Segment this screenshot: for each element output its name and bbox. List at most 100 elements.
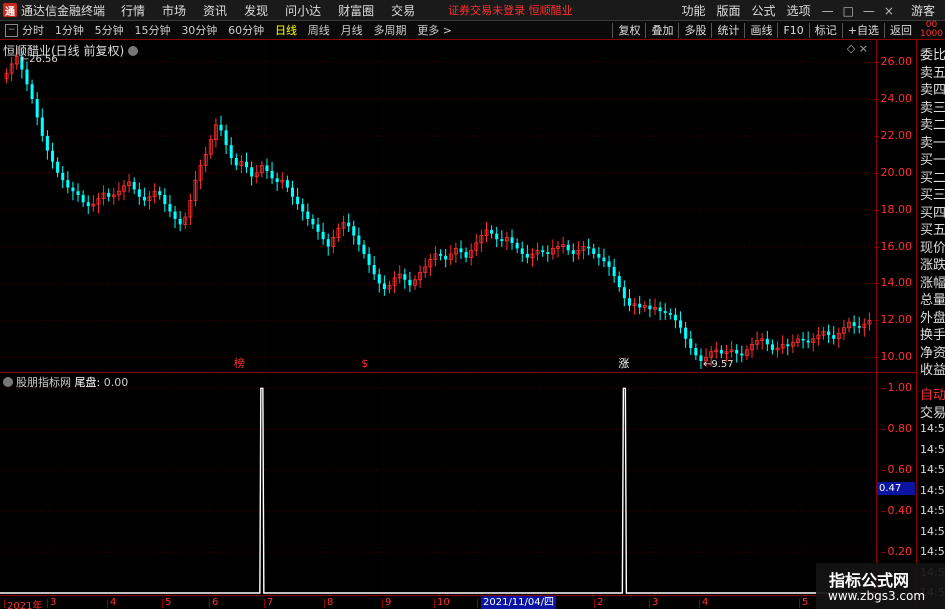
- guest-login[interactable]: 游客: [911, 2, 935, 19]
- candle: [372, 255, 376, 280]
- candle: [867, 312, 872, 331]
- maximize-icon[interactable]: □: [843, 4, 854, 18]
- candle: [770, 339, 774, 355]
- tool-f10[interactable]: F10: [777, 23, 808, 38]
- menu-gongneng[interactable]: 功能: [682, 2, 706, 19]
- candle: [285, 175, 289, 193]
- main-chart[interactable]: ←26.56 ←9.57 榜 $ 涨 恒顺醋业(日线 前复权) ◇ ×: [0, 40, 876, 372]
- event-marker[interactable]: $: [361, 357, 368, 370]
- candle: [678, 311, 683, 334]
- tool-tongji[interactable]: 统计: [711, 23, 744, 38]
- signal-line: [0, 387, 876, 594]
- quote-field-label: 净资: [920, 345, 945, 361]
- menu-shichang[interactable]: 市场: [162, 2, 186, 19]
- candle: [479, 229, 484, 252]
- candle: [290, 180, 295, 205]
- candle: [607, 255, 611, 276]
- tool-fanhui[interactable]: 返回: [884, 23, 917, 38]
- candle: [786, 338, 790, 356]
- candle: [668, 308, 672, 320]
- close-icon[interactable]: ×: [859, 42, 868, 55]
- tool-huaxian[interactable]: 画线: [744, 23, 777, 38]
- candle: [658, 301, 662, 321]
- candle: [587, 238, 591, 256]
- candle: [188, 193, 193, 225]
- indicator-chart[interactable]: [0, 372, 876, 595]
- candle: [500, 230, 504, 247]
- period-1min[interactable]: 1分钟: [55, 24, 84, 37]
- menu-hangqing[interactable]: 行情: [121, 2, 145, 19]
- period-fenshi[interactable]: 分时: [22, 24, 44, 37]
- quote-field-label: 外盘: [920, 310, 945, 326]
- candle: [642, 300, 647, 313]
- period-daily[interactable]: 日线: [275, 24, 297, 37]
- tool-biaoji[interactable]: 标记: [808, 23, 842, 38]
- candle: [689, 330, 693, 355]
- candle: [780, 335, 785, 354]
- event-marker[interactable]: 榜: [234, 356, 245, 370]
- candle: [265, 158, 269, 179]
- period-60min[interactable]: 60分钟: [228, 24, 264, 37]
- candle: [433, 246, 438, 267]
- chart-menu-icon[interactable]: [128, 46, 139, 56]
- diamond-icon[interactable]: ◇: [847, 42, 855, 55]
- candle: [111, 188, 116, 205]
- period-more[interactable]: 更多 >: [417, 24, 452, 37]
- period-30min[interactable]: 30分钟: [181, 24, 217, 37]
- tool-duogu[interactable]: 多股: [678, 23, 711, 38]
- menu-xuanxiang[interactable]: 选项: [787, 2, 811, 19]
- date-tick: 10: [434, 597, 450, 608]
- collapse-toggle-icon[interactable]: −: [5, 23, 18, 37]
- trade-login-notice[interactable]: 证券交易未登录 恒顺醋业: [448, 2, 573, 18]
- menu-gongshi[interactable]: 公式: [752, 2, 776, 19]
- candle: [392, 271, 397, 294]
- candle: [729, 340, 734, 358]
- quote-field-label: 买五: [920, 223, 945, 238]
- candle: [535, 242, 540, 261]
- indicator-label: 尾盘:: [74, 376, 101, 389]
- trade-label[interactable]: 交易: [920, 402, 945, 421]
- candle: [684, 322, 688, 348]
- candle: [541, 245, 545, 257]
- candle: [152, 183, 157, 204]
- menu-wenxiaoda[interactable]: 问小达: [285, 2, 321, 19]
- period-toolbar: − 分时 1分钟 5分钟 15分钟 30分钟 60分钟 日线 周线 月线 多周期…: [0, 21, 945, 40]
- menu-jiaoyi[interactable]: 交易: [391, 2, 415, 19]
- menu-banmian[interactable]: 版面: [717, 2, 741, 19]
- date-tick: 4: [698, 597, 709, 608]
- menu-faxian[interactable]: 发现: [244, 2, 268, 19]
- indicator-title: 股朋指标网 尾盘: 0.00: [3, 374, 128, 390]
- candle: [229, 137, 233, 165]
- candle: [250, 161, 254, 186]
- event-marker[interactable]: 涨: [618, 357, 629, 370]
- candle: [520, 241, 524, 262]
- indicator-tick: 0.20: [880, 545, 912, 559]
- candle: [439, 249, 443, 261]
- minimize-icon[interactable]: —: [863, 4, 875, 18]
- close-icon[interactable]: ×: [884, 4, 894, 18]
- candle: [525, 244, 529, 264]
- right-menu: 功能 版面 公式 选项 — □ — × 游客: [682, 0, 945, 21]
- menu-caifuquan[interactable]: 财富圈: [338, 2, 374, 19]
- indicator-menu-icon[interactable]: [3, 377, 13, 387]
- tool-zixuan[interactable]: +自选: [841, 23, 884, 38]
- candle: [515, 238, 519, 254]
- candle: [484, 222, 489, 243]
- period-multi[interactable]: 多周期: [373, 24, 406, 37]
- tool-diejia[interactable]: 叠加: [645, 23, 678, 38]
- period-5min[interactable]: 5分钟: [95, 24, 124, 37]
- tool-fuquan[interactable]: 复权: [612, 23, 645, 38]
- period-weekly[interactable]: 周线: [308, 24, 330, 37]
- chart-title: 恒顺醋业(日线 前复权): [3, 42, 139, 59]
- period-monthly[interactable]: 月线: [341, 24, 363, 37]
- minimize-tray-icon[interactable]: —: [822, 4, 834, 18]
- quote-field-label: 涨跌: [920, 258, 945, 273]
- date-tick: 5: [161, 597, 172, 608]
- candle: [403, 268, 407, 289]
- tick-time: 14:56: [920, 504, 945, 517]
- auto-trade-toggle[interactable]: 自动: [920, 384, 945, 403]
- candle: [306, 203, 310, 226]
- app-window: 通 通达信金融终端 行情 市场 资讯 发现 问小达 财富圈 交易 证券交易未登录…: [0, 0, 945, 609]
- menu-zixun[interactable]: 资讯: [203, 2, 227, 19]
- period-15min[interactable]: 15分钟: [134, 24, 170, 37]
